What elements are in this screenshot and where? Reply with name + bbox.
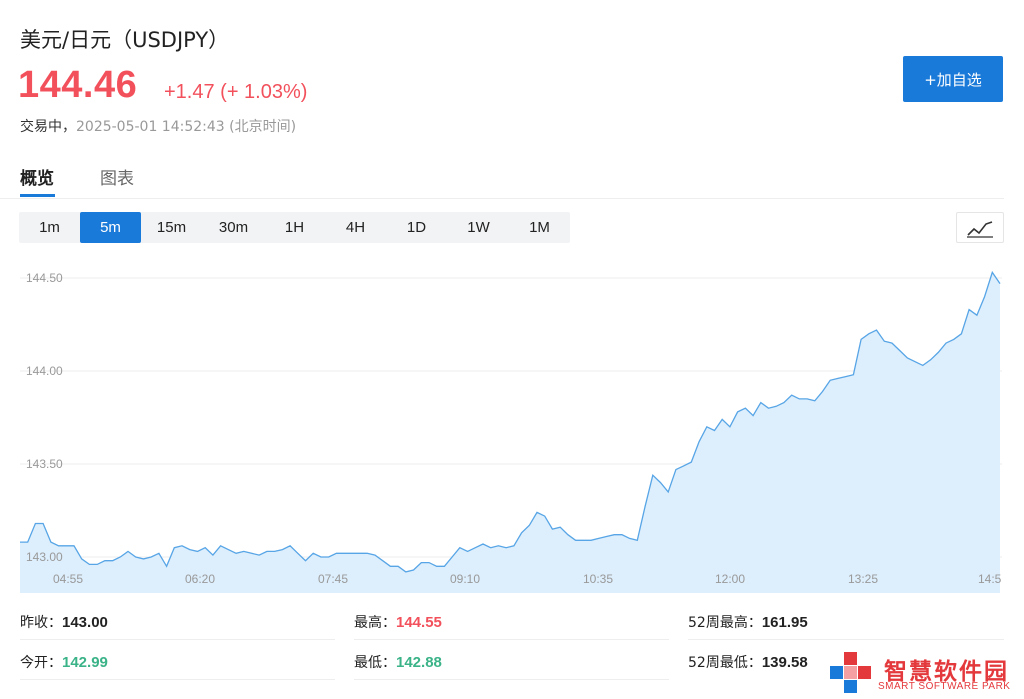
tab-overview[interactable]: 概览 <box>20 164 54 189</box>
stat-value: 142.88 <box>396 654 442 671</box>
line-chart-icon <box>967 221 993 238</box>
interval-30m[interactable]: 30m <box>203 212 264 243</box>
x-tick-label: 10:35 <box>583 572 613 586</box>
stat-value: 143.00 <box>62 614 108 631</box>
stat-high: 最高：144.55 <box>354 612 442 632</box>
y-tick-label: 143.00 <box>26 550 63 564</box>
stat-value: 142.99 <box>62 654 108 671</box>
chart-type-toggle[interactable] <box>956 212 1004 243</box>
stat-52w-high: 52周最高：161.95 <box>688 612 808 632</box>
y-tick-label: 144.00 <box>26 364 63 378</box>
x-tick-label: 13:25 <box>848 572 878 586</box>
divider <box>20 679 335 680</box>
stat-52w-low: 52周最低：139.58 <box>688 652 808 672</box>
tab-chart[interactable]: 图表 <box>100 164 134 189</box>
active-tab-indicator <box>20 194 55 197</box>
stat-label: 最低： <box>354 655 396 671</box>
trading-status: 交易中， <box>20 119 76 135</box>
x-tick-label: 06:20 <box>185 572 215 586</box>
stat-value: 144.55 <box>396 614 442 631</box>
divider <box>688 639 1004 640</box>
interval-5m[interactable]: 5m <box>80 212 141 243</box>
interval-15m[interactable]: 15m <box>141 212 202 243</box>
price-chart[interactable]: 144.50 144.00 143.50 143.00 04:55 06:20 07:45 0… <box>0 256 1004 594</box>
stat-value: 139.58 <box>761 654 808 671</box>
add-watchlist-button[interactable]: +加自选 <box>903 56 1003 102</box>
divider <box>354 639 669 640</box>
timestamp: 2025-05-01 14:52:43 (北京时间) <box>76 119 297 135</box>
x-tick-label: 12:00 <box>715 572 745 586</box>
interval-selector: 1m 5m 15m 30m 1H 4H 1D 1W 1M <box>19 212 570 243</box>
stat-value: 161.95 <box>761 614 808 631</box>
interval-4h[interactable]: 4H <box>325 212 386 243</box>
status-row: 交易中，2025-05-01 14:52:43 (北京时间) <box>20 116 296 136</box>
watermark: 智慧软件园 SMART SOFTWARE PARK <box>828 650 1024 699</box>
interval-1h[interactable]: 1H <box>264 212 325 243</box>
page-title: 美元/日元（USDJPY） <box>20 28 230 52</box>
stat-label: 最高： <box>354 615 396 631</box>
current-price: 144.46 <box>18 64 138 106</box>
interval-1m[interactable]: 1m <box>19 212 80 243</box>
x-tick-label: 14:5 <box>978 572 1002 586</box>
stat-low: 最低：142.88 <box>354 652 442 672</box>
price-change: +1.47 (+ 1.03%) <box>164 81 308 103</box>
x-tick-label: 07:45 <box>318 572 348 586</box>
interval-1d[interactable]: 1D <box>386 212 447 243</box>
stat-label: 今开： <box>20 655 62 671</box>
stat-label: 52周最低： <box>688 655 762 671</box>
x-tick-label: 04:55 <box>53 572 83 586</box>
stat-prev-close: 昨收：143.00 <box>20 612 108 632</box>
interval-1w[interactable]: 1W <box>448 212 509 243</box>
divider <box>20 639 335 640</box>
watermark-subtext: SMART SOFTWARE PARK <box>878 681 1011 692</box>
y-tick-label: 143.50 <box>26 457 63 471</box>
x-tick-label: 09:10 <box>450 572 480 586</box>
y-tick-label: 144.50 <box>26 271 63 285</box>
watermark-logo-icon <box>830 652 871 693</box>
stat-open: 今开：142.99 <box>20 652 108 672</box>
divider <box>354 679 669 680</box>
tab-bar: 概览 图表 <box>0 160 1004 199</box>
stat-label: 昨收： <box>20 615 62 631</box>
stat-label: 52周最高： <box>688 615 762 631</box>
interval-1mo[interactable]: 1M <box>509 212 570 243</box>
